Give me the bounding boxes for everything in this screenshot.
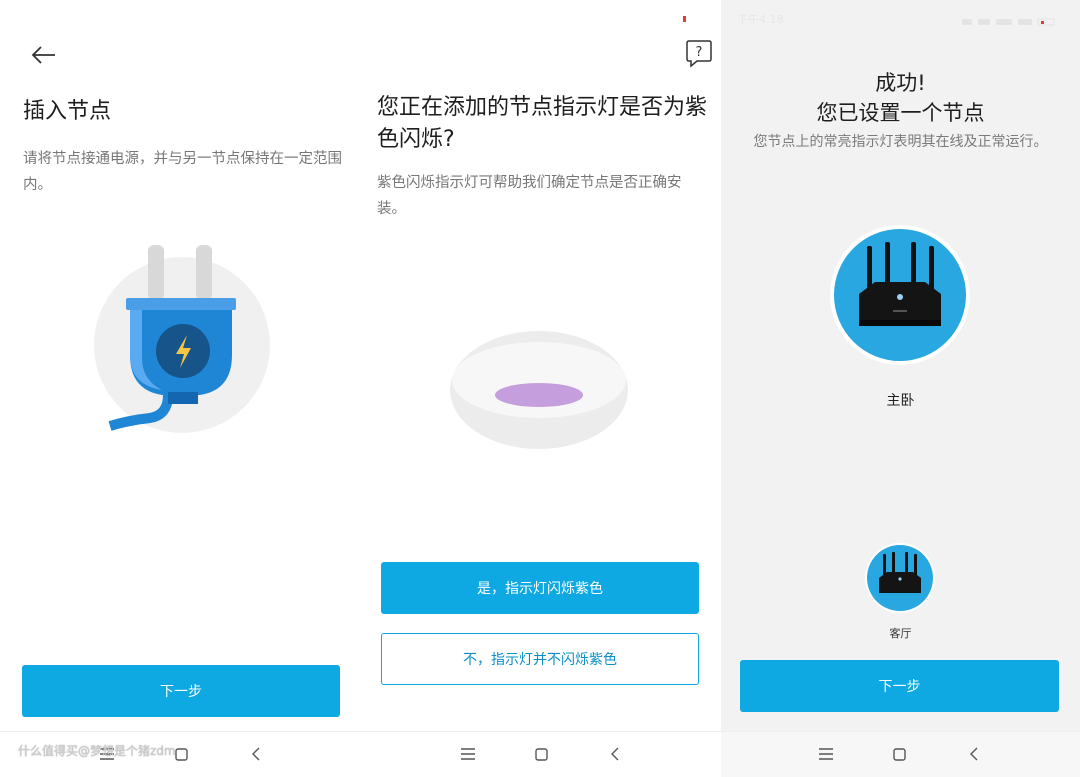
success-title-line1: 成功! (875, 71, 926, 95)
status-bar: 下午4:18 (721, 0, 1080, 34)
node-light-illustration (449, 330, 629, 450)
no-purple-button[interactable]: 不，指示灯并不闪烁紫色 (381, 633, 699, 685)
success-description: 您节点上的常亮指示灯表明其在线及正常运行。 (753, 134, 1048, 150)
home-square-icon[interactable] (530, 743, 552, 765)
back-arrow-icon[interactable] (28, 40, 58, 70)
power-plug-icon (90, 240, 275, 440)
help-question-icon[interactable]: ? (685, 38, 713, 68)
next-button[interactable]: 下一步 (740, 660, 1059, 712)
main-node-label: 主卧 (886, 393, 915, 409)
status-icons (962, 12, 1062, 26)
page-description: 请将节点接通电源，并与另一节点保持在一定范围内。 (23, 151, 342, 193)
success-title-line2: 您已设置一个节点 (816, 101, 985, 125)
status-time: 下午4:18 (737, 13, 784, 26)
yes-purple-button[interactable]: 是，指示灯闪烁紫色 (381, 562, 699, 614)
back-chevron-icon[interactable] (963, 743, 985, 765)
panel-plug-in-node: 插入节点 请将节点接通电源，并与另一节点保持在一定范围内。 下一步 什么值得买@… (0, 0, 359, 777)
back-chevron-icon[interactable] (245, 743, 267, 765)
watermark: 什么值得买@梦想是个猪zdm (18, 744, 176, 758)
back-chevron-icon[interactable] (604, 743, 626, 765)
second-node-icon[interactable] (864, 542, 936, 614)
main-node-icon[interactable] (829, 224, 971, 366)
page-description: 紫色闪烁指示灯可帮助我们确定节点是否正确安装。 (377, 175, 682, 217)
second-node-label: 客厅 (889, 627, 912, 640)
next-button[interactable]: 下一步 (22, 665, 340, 717)
status-battery-mark (683, 16, 686, 22)
panel-setup-success: 下午4:18 成功! 您已设置一个节点 您节点上的常亮指示灯表明其在线及正常运行… (721, 0, 1080, 777)
system-nav-bar (721, 731, 1080, 777)
panel-purple-light-check: ? 您正在添加的节点指示灯是否为紫色闪烁? 紫色闪烁指示灯可帮助我们确定节点是否… (359, 0, 721, 777)
purple-light-indicator (495, 383, 583, 407)
system-nav-bar (359, 731, 721, 777)
page-title: 您正在添加的节点指示灯是否为紫色闪烁? (377, 95, 708, 152)
menu-icon[interactable] (457, 743, 479, 765)
success-title: 成功! 您已设置一个节点 (721, 68, 1080, 128)
svg-text:?: ? (696, 45, 703, 60)
menu-icon[interactable] (815, 743, 837, 765)
page-title: 插入节点 (23, 99, 112, 124)
home-square-icon[interactable] (888, 743, 910, 765)
